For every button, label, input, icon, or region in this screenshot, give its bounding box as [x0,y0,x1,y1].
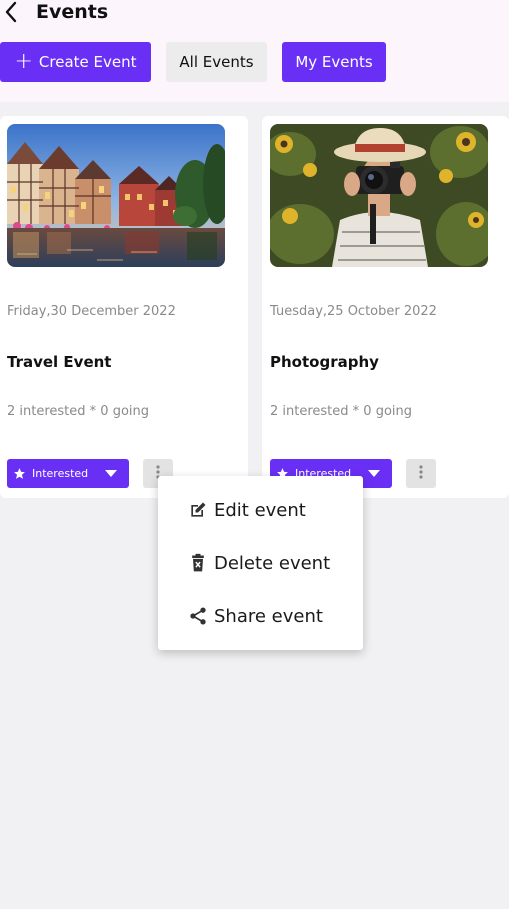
event-stats: 2 interested * 0 going [7,404,150,419]
event-date: Friday,30 December 2022 [7,304,176,319]
tab-my-events-label: My Events [295,53,373,71]
plus-icon: + [14,49,33,74]
event-title[interactable]: Travel Event [7,353,111,371]
interested-label: Interested [32,467,89,480]
page-title: Events [36,1,109,23]
menu-item-label: Edit event [214,499,306,521]
menu-item-edit-event[interactable]: Edit event [158,490,363,530]
more-options-button[interactable] [406,459,436,488]
tab-all-events-label: All Events [179,53,254,71]
more-vertical-icon [419,464,423,483]
interested-button[interactable]: Interested [7,459,129,488]
event-card[interactable]: Tuesday,25 October 2022 Photography 2 in… [262,116,509,498]
edit-icon [187,500,209,520]
share-icon [187,605,209,627]
tab-my-events[interactable]: My Events [282,42,386,82]
create-event-label: Create Event [38,53,137,71]
event-card[interactable]: Friday,30 December 2022 Travel Event 2 i… [0,116,248,498]
event-image[interactable] [7,124,225,267]
caret-down-icon [368,470,380,477]
caret-down-icon [105,470,117,477]
event-image[interactable] [270,124,488,267]
tab-all-events[interactable]: All Events [166,42,267,82]
event-date: Tuesday,25 October 2022 [270,304,437,319]
delete-icon [187,553,209,573]
menu-item-delete-event[interactable]: Delete event [158,543,363,583]
menu-item-label: Share event [214,605,323,627]
menu-item-label: Delete event [214,552,331,574]
app-header: Events + Create Event All Events My Even… [0,0,509,102]
menu-item-share-event[interactable]: Share event [158,596,363,636]
back-button[interactable] [0,1,22,27]
event-options-menu: Edit event Delete event Share event [158,476,363,650]
star-icon [13,467,26,480]
event-stats: 2 interested * 0 going [270,404,413,419]
create-event-button[interactable]: + Create Event [0,42,151,82]
event-title[interactable]: Photography [270,353,379,371]
chevron-left-icon [4,1,18,27]
